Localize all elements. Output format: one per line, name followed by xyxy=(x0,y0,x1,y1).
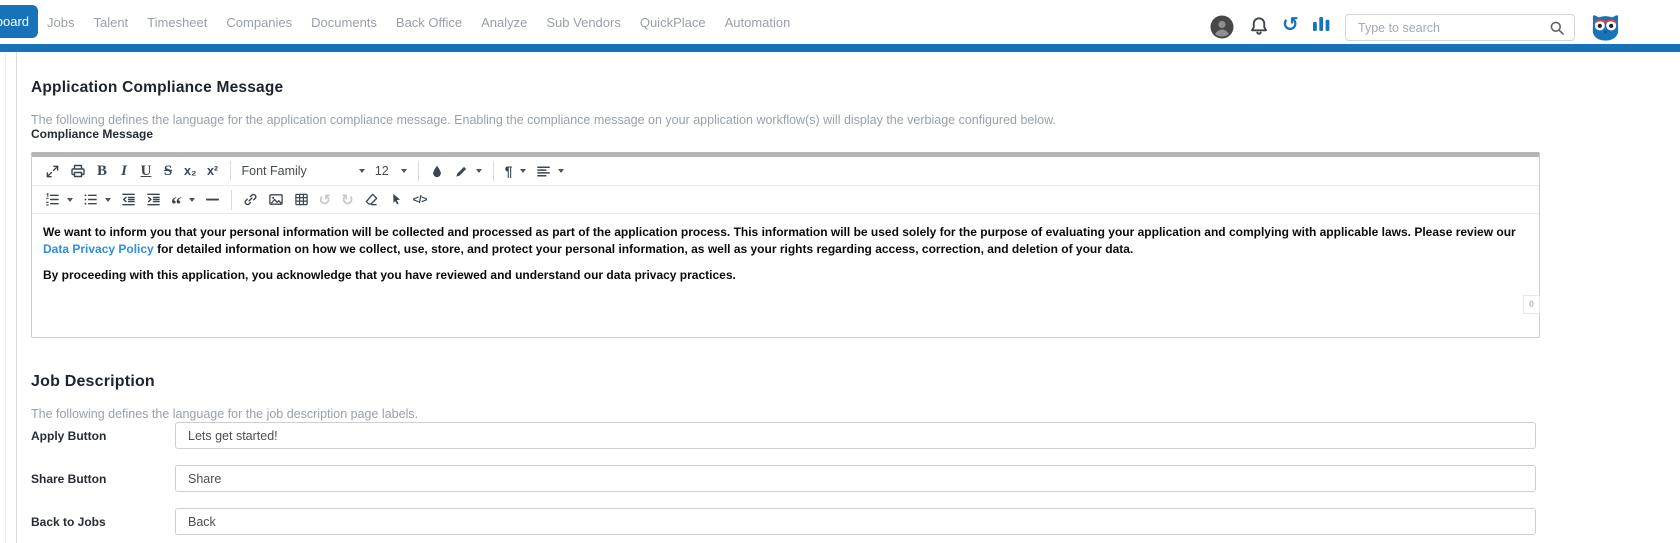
ordered-list-dropdown[interactable] xyxy=(40,188,78,212)
accent-strip xyxy=(0,44,1680,52)
rich-text-editor: B I U S x₂ x² Font Family 12 ¶ xyxy=(31,152,1540,338)
nav-item-back-office[interactable]: Back Office xyxy=(396,15,462,30)
share-button-input[interactable] xyxy=(175,465,1536,492)
superscript-button[interactable]: x² xyxy=(202,159,224,183)
nav-item-talent[interactable]: Talent xyxy=(93,15,128,30)
editor-resize-grip[interactable]: 0 xyxy=(1523,295,1540,314)
font-size-dropdown[interactable]: 12 xyxy=(370,159,412,183)
horizontal-rule-icon[interactable] xyxy=(200,188,225,212)
compliance-message-label: Compliance Message xyxy=(31,127,153,141)
nav-item-jobs[interactable]: Jobs xyxy=(47,15,74,30)
nav-tab-dashboard-label: board xyxy=(0,14,29,29)
nav-item-timesheet[interactable]: Timesheet xyxy=(147,15,207,30)
chevron-down-icon xyxy=(359,169,365,173)
apply-button-input[interactable] xyxy=(175,422,1536,449)
chevron-down-icon xyxy=(67,198,73,202)
indent-icon[interactable] xyxy=(141,188,166,212)
subscript-button[interactable]: x₂ xyxy=(179,159,202,183)
history-icon: ↺ xyxy=(1282,12,1299,36)
left-hairline-inner xyxy=(16,52,17,543)
nav-item-quickplace[interactable]: QuickPlace xyxy=(640,15,706,30)
main-nav: Jobs Talent Timesheet Companies Document… xyxy=(47,0,790,44)
analytics-button[interactable] xyxy=(1312,15,1331,32)
editor-toolbar-row-1: B I U S x₂ x² Font Family 12 ¶ xyxy=(32,157,1539,186)
bell-icon xyxy=(1249,16,1269,36)
align-left-icon xyxy=(536,164,551,179)
select-all-pointer-icon[interactable] xyxy=(384,188,408,212)
compliance-section-subtitle: The following defines the language for t… xyxy=(31,113,1056,127)
outdent-icon[interactable] xyxy=(116,188,141,212)
redo-icon[interactable]: ↻ xyxy=(336,188,359,212)
nav-item-documents[interactable]: Documents xyxy=(311,15,377,30)
back-to-jobs-input[interactable] xyxy=(175,508,1536,535)
blockquote-dropdown[interactable]: “ xyxy=(166,188,200,212)
bold-button[interactable]: B xyxy=(91,159,113,183)
apply-button-label: Apply Button xyxy=(31,429,106,443)
top-navigation-bar: board Jobs Talent Timesheet Companies Do… xyxy=(0,0,1680,44)
text-color-droplet-icon[interactable] xyxy=(425,159,449,183)
clear-formatting-eraser-icon[interactable] xyxy=(359,188,384,212)
chevron-down-icon xyxy=(105,198,111,202)
compliance-paragraph-2: By proceeding with this application, you… xyxy=(43,267,1528,284)
chevron-down-icon xyxy=(558,169,564,173)
compliance-paragraph-1: We want to inform you that your personal… xyxy=(43,224,1528,258)
global-search xyxy=(1345,14,1575,41)
cursor-icon xyxy=(389,192,403,207)
data-privacy-policy-link[interactable]: Data Privacy Policy xyxy=(43,242,154,256)
fullscreen-icon[interactable] xyxy=(40,159,65,183)
chevron-down-icon xyxy=(520,169,526,173)
insert-table-icon[interactable] xyxy=(289,188,314,212)
pen-icon xyxy=(454,164,469,179)
italic-button[interactable]: I xyxy=(113,159,135,183)
code-view-icon[interactable]: </> xyxy=(408,188,432,212)
toolbar-separator xyxy=(493,161,494,181)
share-button-label: Share Button xyxy=(31,472,106,486)
underline-button[interactable]: U xyxy=(135,159,157,183)
back-to-jobs-label: Back to Jobs xyxy=(31,515,106,529)
toolbar-separator xyxy=(231,190,232,210)
strikethrough-button[interactable]: S xyxy=(157,159,179,183)
user-avatar[interactable] xyxy=(1210,15,1234,39)
insert-image-icon[interactable] xyxy=(263,188,289,212)
search-icon[interactable] xyxy=(1549,20,1565,41)
undo-icon[interactable]: ↺ xyxy=(314,188,337,212)
left-hairline-outer xyxy=(5,52,6,543)
unordered-list-dropdown[interactable] xyxy=(78,188,116,212)
job-description-title: Job Description xyxy=(31,373,155,391)
print-icon[interactable] xyxy=(65,159,91,183)
font-family-dropdown[interactable]: Font Family xyxy=(237,159,370,183)
toolbar-separator xyxy=(418,161,419,181)
ordered-list-icon xyxy=(45,192,60,207)
chevron-down-icon xyxy=(189,198,195,202)
paragraph-format-dropdown[interactable]: ¶ xyxy=(500,159,531,183)
compliance-section-title: Application Compliance Message xyxy=(31,79,283,97)
highlight-pen-dropdown[interactable] xyxy=(449,159,487,183)
app-logo-owl[interactable] xyxy=(1589,12,1622,43)
chevron-down-icon xyxy=(401,169,407,173)
history-undo-button[interactable]: ↺ xyxy=(1282,13,1299,35)
search-input[interactable] xyxy=(1346,15,1556,40)
nav-item-automation[interactable]: Automation xyxy=(725,15,791,30)
nav-item-companies[interactable]: Companies xyxy=(226,15,292,30)
nav-item-analyze[interactable]: Analyze xyxy=(481,15,527,30)
nav-item-sub-vendors[interactable]: Sub Vendors xyxy=(546,15,620,30)
editor-content-area[interactable]: We want to inform you that your personal… xyxy=(32,214,1539,358)
chevron-down-icon xyxy=(476,169,482,173)
bar-chart-icon xyxy=(1312,15,1331,32)
owl-icon xyxy=(1589,12,1622,43)
nav-tab-dashboard[interactable]: board xyxy=(0,5,38,38)
unordered-list-icon xyxy=(83,192,98,207)
job-description-subtitle: The following defines the language for t… xyxy=(31,407,418,421)
align-dropdown[interactable] xyxy=(531,159,569,183)
avatar-icon xyxy=(1210,15,1234,39)
editor-toolbar-row-2: “ ↺ ↻ xyxy=(32,186,1539,214)
toolbar-separator xyxy=(230,161,231,181)
notifications-button[interactable] xyxy=(1249,16,1269,36)
insert-link-icon[interactable] xyxy=(238,188,263,212)
